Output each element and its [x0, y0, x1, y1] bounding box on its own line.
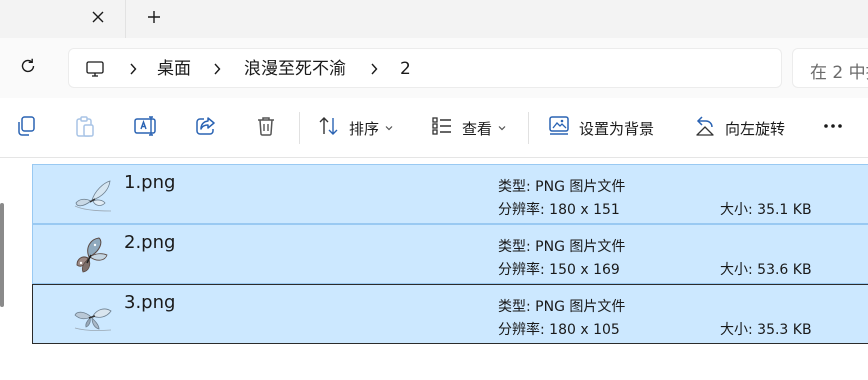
file-type: 类型: PNG 图片文件 — [498, 239, 626, 255]
tab-strip — [0, 0, 868, 38]
file-row[interactable]: 3.png 类型: PNG 图片文件 分辨率: 180 x 105 大小: 35… — [32, 284, 868, 344]
view-label: 查看 — [462, 119, 493, 138]
refresh-button[interactable] — [14, 54, 42, 82]
file-resolution: 分辨率: 180 x 105 — [498, 322, 620, 338]
file-resolution: 分辨率: 180 x 151 — [498, 202, 620, 218]
search-input[interactable]: 在 2 中搜 — [792, 48, 868, 88]
chevron-right-icon[interactable] — [209, 60, 225, 78]
breadcrumb-desktop[interactable]: 桌面 — [157, 58, 191, 80]
chevron-right-icon[interactable] — [125, 60, 141, 78]
set-background-label: 设置为背景 — [579, 119, 655, 138]
this-pc-icon[interactable] — [83, 57, 107, 81]
command-bar: 排序 查看 设置为背景 向左旋转 — [0, 98, 868, 158]
file-name: 1.png — [124, 172, 176, 193]
active-tab[interactable] — [0, 0, 124, 38]
close-tab-button[interactable] — [86, 6, 110, 30]
breadcrumb-current[interactable]: 2 — [400, 58, 411, 80]
share-button[interactable] — [194, 114, 218, 142]
file-type: 类型: PNG 图片文件 — [498, 299, 626, 315]
new-tab-button[interactable] — [142, 6, 166, 30]
file-row[interactable]: 1.png 类型: PNG 图片文件 分辨率: 180 x 151 大小: 35… — [32, 164, 868, 224]
plus-icon — [147, 9, 161, 28]
chevron-down-icon — [497, 124, 507, 132]
file-row[interactable]: 2.png 类型: PNG 图片文件 分辨率: 150 x 169 大小: 53… — [32, 224, 868, 284]
address-row: 桌面 浪漫至死不渝 2 在 2 中搜 — [0, 38, 868, 98]
scrollbar-thumb[interactable] — [0, 203, 4, 307]
rotate-left-icon — [693, 114, 717, 142]
trash-icon — [254, 114, 278, 142]
butterfly-thumbnail — [73, 237, 113, 273]
file-size: 大小: 35.3 KB — [720, 322, 812, 338]
breadcrumb-folder[interactable]: 浪漫至死不渝 — [244, 58, 346, 80]
rename-icon — [133, 114, 159, 142]
chevron-right-icon[interactable] — [366, 60, 382, 78]
copy-button[interactable] — [14, 114, 38, 142]
file-name: 2.png — [124, 232, 176, 253]
tab-divider — [125, 0, 126, 38]
refresh-icon — [19, 57, 37, 79]
paste-icon — [73, 114, 97, 142]
sort-button[interactable]: 排序 — [317, 114, 394, 142]
share-icon — [194, 114, 218, 142]
more-icon — [821, 114, 845, 142]
sort-label: 排序 — [349, 119, 380, 138]
butterfly-thumbnail — [73, 177, 113, 213]
rotate-left-label: 向左旋转 — [725, 119, 786, 138]
address-bar[interactable]: 桌面 浪漫至死不渝 2 — [68, 48, 782, 88]
delete-button[interactable] — [254, 114, 278, 142]
set-background-button[interactable]: 设置为背景 — [547, 114, 654, 142]
file-resolution: 分辨率: 150 x 169 — [498, 262, 620, 278]
view-button[interactable]: 查看 — [430, 114, 507, 142]
file-size: 大小: 35.1 KB — [720, 202, 812, 218]
chevron-down-icon — [384, 124, 394, 132]
rename-button[interactable] — [133, 114, 159, 142]
file-type: 类型: PNG 图片文件 — [498, 179, 626, 195]
search-placeholder: 在 2 中搜 — [810, 63, 868, 83]
file-list: 1.png 类型: PNG 图片文件 分辨率: 180 x 151 大小: 35… — [0, 159, 868, 380]
more-options-button[interactable] — [821, 114, 845, 142]
paste-button[interactable] — [73, 114, 97, 142]
wallpaper-icon — [547, 114, 571, 142]
sort-icon — [317, 114, 341, 142]
view-icon — [430, 114, 454, 142]
file-name: 3.png — [124, 292, 176, 313]
copy-icon — [14, 114, 38, 142]
toolbar-divider — [528, 112, 529, 144]
file-size: 大小: 53.6 KB — [720, 262, 812, 278]
close-icon — [91, 9, 105, 28]
rotate-left-button[interactable]: 向左旋转 — [693, 114, 785, 142]
toolbar-divider — [299, 112, 300, 144]
butterfly-thumbnail — [73, 297, 113, 333]
